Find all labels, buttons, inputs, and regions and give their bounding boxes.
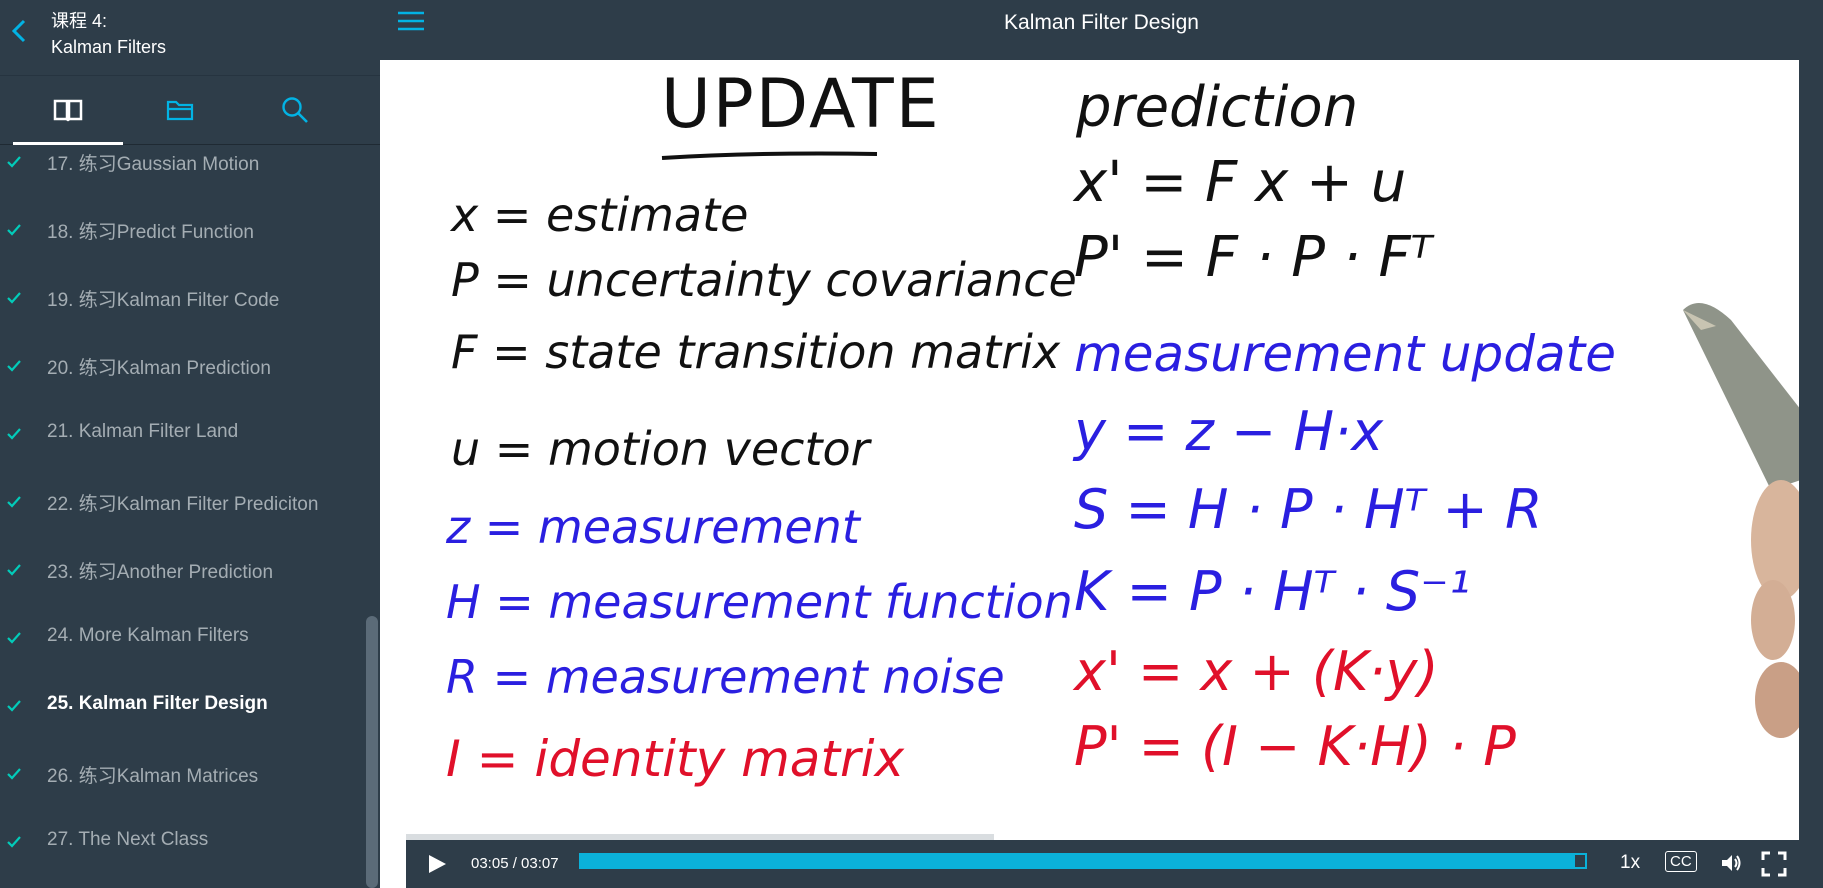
lesson-list: 17. 练习Gaussian Motion 18. 练习Predict Func… — [0, 144, 364, 888]
video-frame: UPDATE x = estimate P = uncertainty cova… — [406, 60, 1799, 835]
video-player[interactable]: UPDATE x = estimate P = uncertainty cova… — [406, 60, 1799, 888]
board-equation: x' = F x + u — [1074, 150, 1407, 215]
board-def: z = measurement — [446, 500, 860, 554]
check-icon — [7, 428, 21, 440]
course-label: 课程 4: Kalman Filters — [51, 8, 166, 60]
time-display: 03:05 / 03:07 — [471, 855, 559, 872]
board-def: H = measurement function — [446, 575, 1073, 629]
list-item[interactable]: 18. 练习Predict Function — [0, 200, 364, 268]
check-icon — [7, 224, 21, 236]
list-item-label: 25. Kalman Filter Design — [47, 693, 268, 714]
progress-fill — [581, 855, 1575, 867]
list-item[interactable]: 19. 练习Kalman Filter Code — [0, 268, 364, 336]
board-update-title: UPDATE — [661, 65, 941, 144]
course-header: 课程 4: Kalman Filters — [0, 0, 380, 76]
list-item[interactable]: 22. 练习Kalman Filter Prediciton — [0, 472, 364, 540]
player-controls: 03:05 / 03:07 1x CC — [406, 840, 1799, 888]
check-icon — [7, 496, 21, 508]
course-number: 课程 4: — [51, 11, 108, 31]
list-item-label: 19. 练习Kalman Filter Code — [47, 290, 280, 311]
board-update-heading: measurement update — [1074, 325, 1616, 383]
list-item-label: 20. 练习Kalman Prediction — [47, 358, 271, 379]
list-item-current[interactable]: 25. Kalman Filter Design — [0, 676, 364, 744]
list-item-label: 23. 练习Another Prediction — [47, 562, 274, 583]
sidebar-scrollbar[interactable] — [366, 616, 378, 888]
board-prediction-title: prediction — [1076, 75, 1359, 140]
check-icon — [7, 564, 21, 576]
board-def: I = identity matrix — [446, 730, 905, 788]
captions-button[interactable]: CC — [1665, 851, 1697, 872]
fullscreen-icon[interactable] — [1761, 851, 1787, 877]
list-item[interactable]: 24. More Kalman Filters — [0, 608, 364, 676]
tab-search[interactable] — [240, 76, 350, 144]
page-title: Kalman Filter Design — [1004, 11, 1199, 34]
top-bar: Kalman Filter Design — [380, 0, 1823, 60]
book-icon — [53, 99, 83, 122]
underline-stroke — [661, 151, 878, 160]
board-equation: S = H · P · Hᵀ + R — [1074, 478, 1543, 541]
board-equation: P' = (I − K·H) · P — [1074, 715, 1516, 778]
check-icon — [7, 156, 21, 168]
list-item-label: 21. Kalman Filter Land — [47, 421, 239, 442]
pen-and-hand-illustration — [1683, 302, 1799, 738]
board-def: P = uncertainty covariance — [451, 253, 1077, 307]
board-equation: y = z − H·x — [1074, 400, 1384, 463]
list-item-label: 17. 练习Gaussian Motion — [47, 154, 260, 175]
play-icon[interactable] — [426, 853, 448, 875]
check-icon — [7, 632, 21, 644]
tab-lessons[interactable] — [13, 76, 123, 145]
check-icon — [7, 292, 21, 304]
check-icon — [7, 768, 21, 780]
right-edge-panel — [1799, 60, 1823, 888]
board-equation: P' = F · P · Fᵀ — [1074, 225, 1433, 290]
check-icon — [7, 836, 21, 848]
tab-resources[interactable] — [125, 76, 235, 144]
board-def: F = state transition matrix — [451, 325, 1061, 379]
board-equation: K = P · Hᵀ · S⁻¹ — [1074, 560, 1471, 623]
list-item[interactable]: 17. 练习Gaussian Motion — [0, 144, 364, 200]
list-item-label: 22. 练习Kalman Filter Prediciton — [47, 494, 319, 515]
check-icon — [7, 360, 21, 372]
sidebar: 课程 4: Kalman Filters 17. 练习Gaussian Moti… — [0, 0, 380, 888]
board-def: u = motion vector — [451, 422, 870, 476]
volume-icon[interactable] — [1720, 852, 1742, 874]
list-item[interactable]: 27. The Next Class — [0, 812, 364, 880]
sidebar-tabs — [0, 76, 380, 145]
course-title: Kalman Filters — [51, 37, 167, 57]
board-equation: x' = x + (K·y) — [1074, 640, 1439, 703]
list-item[interactable]: 21. Kalman Filter Land — [0, 404, 364, 472]
folder-icon — [166, 100, 194, 121]
board-def: R = measurement noise — [446, 650, 1005, 704]
chevron-left-icon — [11, 19, 26, 43]
list-item[interactable]: 20. 练习Kalman Prediction — [0, 336, 364, 404]
check-icon — [7, 700, 21, 712]
list-item[interactable]: 23. 练习Another Prediction — [0, 540, 364, 608]
board-def: x = estimate — [451, 188, 749, 242]
search-icon — [282, 97, 308, 123]
list-item-label: 24. More Kalman Filters — [47, 625, 249, 646]
list-item-label: 18. 练习Predict Function — [47, 222, 254, 243]
list-item-label: 26. 练习Kalman Matrices — [47, 766, 259, 787]
back-button[interactable] — [8, 14, 30, 48]
list-item-label: 27. The Next Class — [47, 829, 209, 850]
progress-bar[interactable] — [579, 853, 1587, 869]
speed-button[interactable]: 1x — [1620, 852, 1640, 874]
list-item[interactable]: 26. 练习Kalman Matrices — [0, 744, 364, 812]
